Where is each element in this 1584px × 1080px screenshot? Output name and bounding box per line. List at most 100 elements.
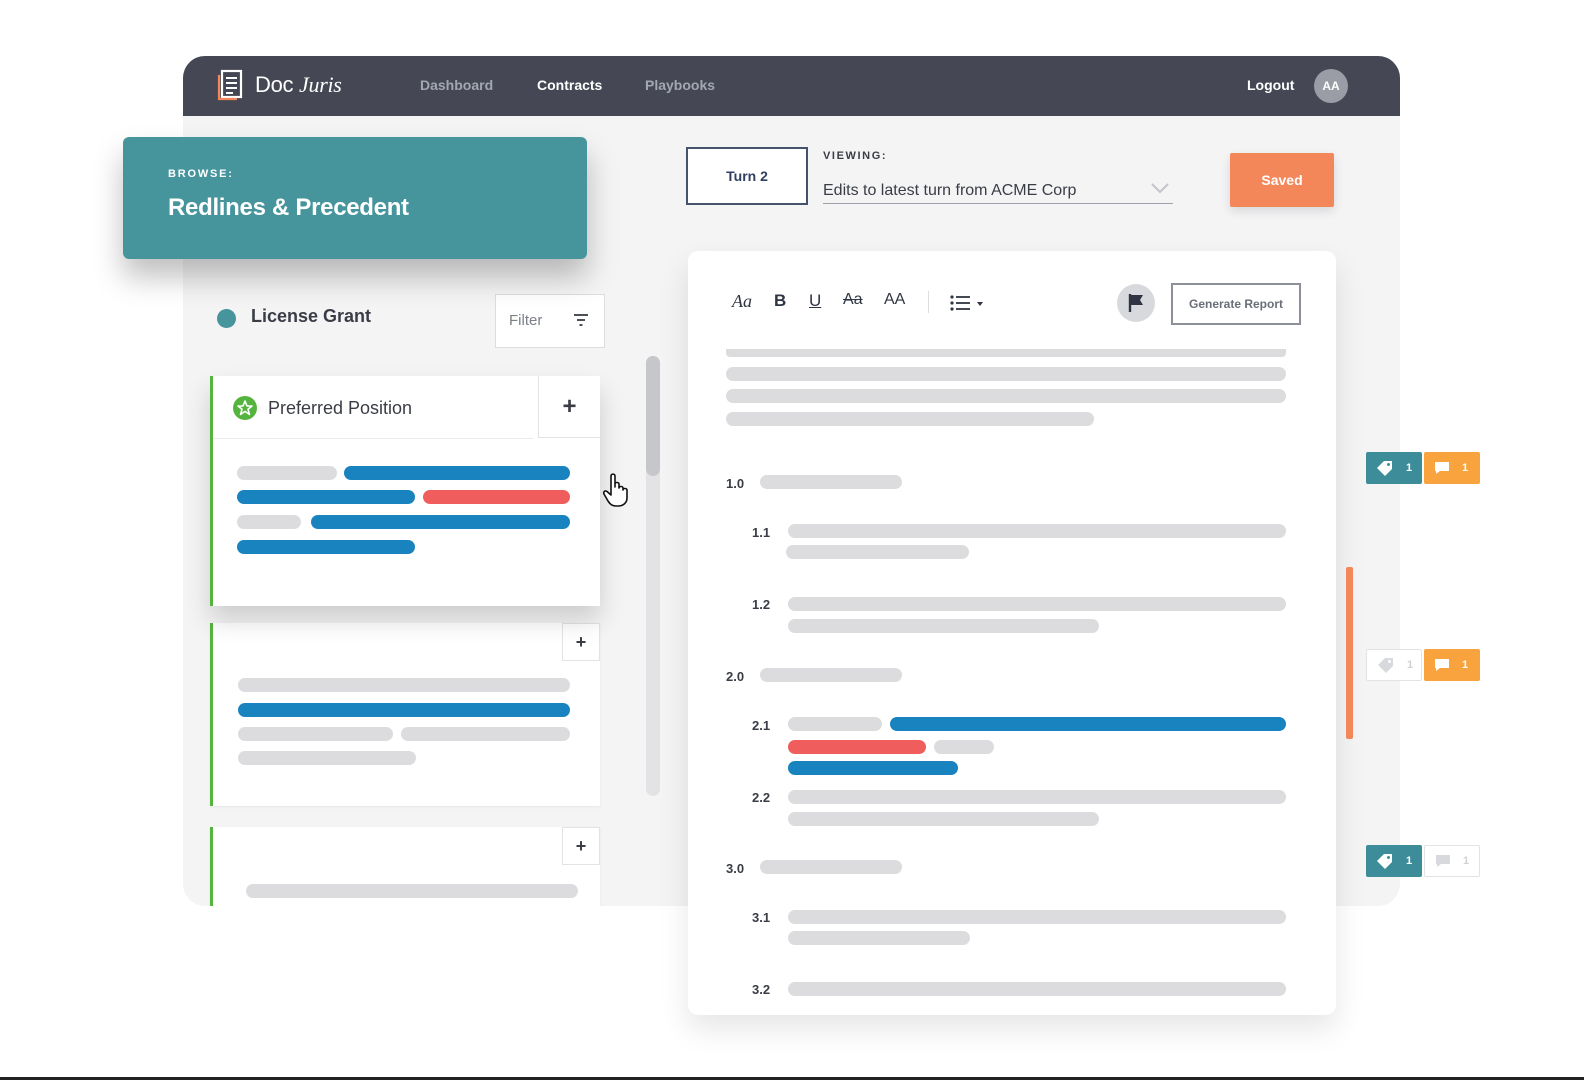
add-position-button[interactable]: + [538, 376, 600, 438]
text-line-placeholder [237, 515, 301, 529]
inserted-text-line [890, 717, 1286, 731]
card-divider [213, 438, 533, 439]
top-navbar: Doc Juris Dashboard Contracts Playbooks … [183, 56, 1400, 116]
add-position-button[interactable]: + [562, 623, 600, 661]
deleted-text-line [788, 740, 926, 754]
change-marker [1346, 567, 1353, 739]
text-line-placeholder [788, 982, 1286, 996]
inserted-text-line [344, 466, 570, 480]
text-line-placeholder [788, 619, 1099, 633]
text-line-placeholder [788, 931, 970, 945]
text-line-placeholder [237, 466, 337, 480]
text-line-placeholder [238, 727, 393, 741]
section-number: 1.0 [726, 476, 745, 491]
section-number: 3.1 [752, 910, 771, 925]
viewing-value: Edits to latest turn from ACME Corp [823, 182, 1077, 199]
section-number: 3.2 [752, 982, 771, 997]
caps-button[interactable]: AA [884, 291, 905, 309]
brand-name-juris: Juris [299, 72, 342, 97]
comment-count-badge[interactable]: 1 [1424, 649, 1480, 681]
viewing-select[interactable]: Edits to latest turn from ACME Corp [823, 176, 1173, 204]
browse-title: Redlines & Precedent [168, 194, 409, 221]
section-number: 2.2 [752, 790, 771, 805]
comment-count-badge[interactable]: 1 [1424, 452, 1480, 484]
text-line-placeholder [788, 812, 1099, 826]
tag-icon [1378, 658, 1393, 673]
turn-button[interactable]: Turn 2 [686, 147, 808, 205]
bold-button[interactable]: B [774, 291, 786, 311]
flag-button[interactable] [1117, 284, 1155, 322]
tag-count-badge[interactable]: 1 [1366, 649, 1422, 681]
section-heading-placeholder [760, 475, 902, 489]
text-line-placeholder [788, 717, 882, 731]
section-number: 1.1 [752, 525, 771, 540]
section-number: 1.2 [752, 597, 771, 612]
logout-link[interactable]: Logout [1247, 77, 1294, 93]
inserted-text-line [311, 515, 570, 529]
text-line-placeholder [788, 524, 1286, 538]
text-line-placeholder [788, 790, 1286, 804]
text-line-placeholder [726, 389, 1286, 403]
nav-playbooks[interactable]: Playbooks [645, 77, 715, 93]
section-number: 2.0 [726, 669, 745, 684]
section-number: 2.1 [752, 718, 771, 733]
filter-button[interactable]: Filter [495, 294, 605, 348]
text-line-placeholder [726, 349, 1286, 357]
card-title: Preferred Position [268, 398, 413, 418]
section-heading-placeholder [760, 668, 902, 682]
star-icon [233, 396, 257, 420]
text-line-placeholder [786, 545, 969, 559]
category-title: License Grant [251, 306, 372, 326]
toolbar-divider [928, 291, 929, 313]
position-card[interactable]: + [210, 623, 600, 806]
document-editor: Aa B U Aa AA Generate Report 1.0 1.1 1.2… [688, 251, 1336, 1015]
nav-contracts[interactable]: Contracts [537, 77, 602, 93]
text-line-placeholder [238, 751, 416, 765]
brand-name-doc: Doc [255, 72, 294, 97]
strikethrough-button[interactable]: Aa [843, 291, 863, 309]
comment-count-badge[interactable]: 1 [1424, 845, 1480, 877]
section-number: 3.0 [726, 861, 745, 876]
tag-count-badge[interactable]: 1 [1366, 452, 1422, 484]
flag-icon [1128, 294, 1143, 312]
inserted-text-line [238, 703, 570, 717]
filter-icon [574, 314, 588, 326]
inserted-text-line [237, 540, 415, 554]
font-style-button[interactable]: Aa [732, 291, 752, 312]
section-heading-placeholder [760, 860, 902, 874]
underline-button[interactable]: U [809, 291, 821, 311]
comment-count: 1 [1463, 855, 1470, 867]
list-icon[interactable] [950, 295, 984, 311]
inserted-text-line [237, 490, 415, 504]
browse-label: BROWSE: [168, 168, 234, 180]
text-line-placeholder [788, 910, 1286, 924]
deleted-text-line [423, 490, 570, 504]
tag-icon [1377, 854, 1392, 869]
chevron-down-icon [1151, 183, 1169, 194]
tag-count: 1 [1406, 462, 1413, 474]
viewing-label: VIEWING: [823, 150, 888, 162]
browse-banner: BROWSE: Redlines & Precedent [123, 137, 587, 259]
add-position-button[interactable]: + [562, 827, 600, 865]
text-line-placeholder [726, 412, 1094, 426]
generate-report-button[interactable]: Generate Report [1171, 283, 1301, 325]
saved-button[interactable]: Saved [1230, 153, 1334, 207]
comment-icon [1435, 659, 1449, 671]
avatar[interactable]: AA [1314, 69, 1348, 103]
inserted-text-line [788, 761, 958, 775]
position-card[interactable]: + [210, 827, 600, 906]
tag-count: 1 [1406, 855, 1413, 867]
preferred-position-card[interactable]: Preferred Position + [210, 376, 600, 606]
text-line-placeholder [934, 740, 994, 754]
text-line-placeholder [788, 597, 1286, 611]
tag-count: 1 [1407, 659, 1414, 671]
text-line-placeholder [726, 367, 1286, 381]
comment-icon [1435, 462, 1449, 474]
category-dot [217, 309, 236, 328]
nav-dashboard[interactable]: Dashboard [420, 77, 493, 93]
scrollbar-thumb[interactable] [646, 356, 660, 476]
comment-count: 1 [1462, 462, 1469, 474]
tag-count-badge[interactable]: 1 [1366, 845, 1422, 877]
filter-label: Filter [509, 312, 543, 329]
brand-logo-text[interactable]: Doc Juris [255, 72, 342, 98]
